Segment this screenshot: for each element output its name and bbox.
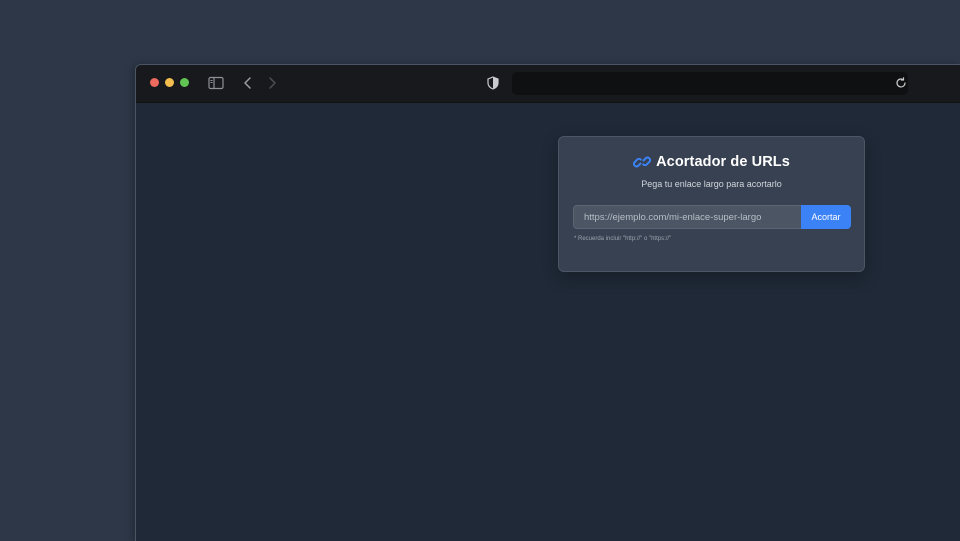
shield-icon[interactable] [486, 75, 500, 91]
address-bar[interactable] [512, 72, 908, 95]
shorten-button[interactable]: Acortar [801, 205, 851, 229]
browser-window: Acortador de URLs Pega tu enlace largo p… [135, 64, 960, 541]
minimize-window-button[interactable] [165, 78, 174, 87]
card-subtitle: Pega tu enlace largo para acortarlo [641, 179, 782, 189]
card-header: Acortador de URLs [559, 153, 864, 171]
hint-text: * Recuerda incluir "http://" o "https://… [574, 236, 672, 242]
link-icon [633, 153, 652, 171]
sidebar-icon[interactable] [208, 75, 224, 91]
maximize-window-button[interactable] [180, 78, 189, 87]
chevron-right-icon[interactable] [265, 74, 279, 92]
browser-toolbar [136, 65, 960, 103]
page-content: Acortador de URLs Pega tu enlace largo p… [136, 103, 960, 541]
page-title: Acortador de URLs [656, 154, 790, 170]
close-window-button[interactable] [150, 78, 159, 87]
shorten-form: Acortar [573, 205, 851, 229]
url-input[interactable] [573, 205, 801, 229]
url-shortener-card: Acortador de URLs Pega tu enlace largo p… [558, 136, 865, 272]
chevron-left-icon[interactable] [241, 74, 255, 92]
reload-icon[interactable] [894, 76, 908, 90]
